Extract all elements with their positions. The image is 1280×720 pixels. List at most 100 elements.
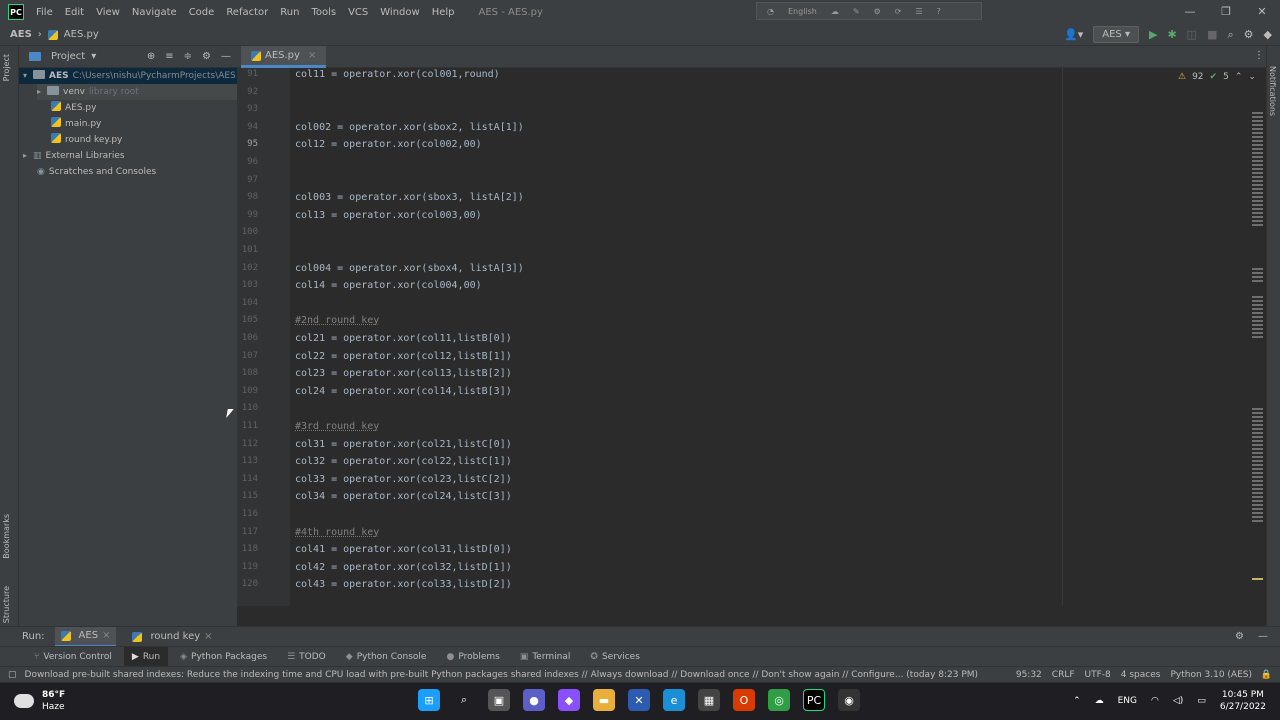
line-number[interactable]: 107 (228, 351, 258, 361)
tool-services[interactable]: ✪ Services (582, 647, 648, 667)
pycharm-logo-icon[interactable]: PC (8, 4, 24, 20)
clock[interactable]: 10:45 PM 6/27/2022 (1220, 689, 1266, 713)
tree-file-main[interactable]: main.py (51, 116, 101, 132)
file-explorer-icon[interactable]: ▬ (593, 689, 615, 711)
code-line[interactable]: col13 = operator.xor(col003,00) (295, 210, 482, 221)
line-number[interactable]: 94 (228, 122, 258, 132)
scroll-marker[interactable] (1252, 128, 1263, 130)
scroll-marker[interactable] (1252, 148, 1263, 150)
scroll-marker[interactable] (1252, 578, 1263, 580)
code-line[interactable]: col42 = operator.xor(col32,listD[1]) (295, 562, 512, 573)
code-line[interactable]: col41 = operator.xor(col31,listD[0]) (295, 544, 512, 555)
scroll-marker[interactable] (1252, 208, 1263, 210)
line-number[interactable]: 117 (228, 527, 258, 537)
scroll-marker[interactable] (1252, 496, 1263, 498)
close-tab-icon[interactable]: × (204, 631, 212, 642)
code-line[interactable]: col33 = operator.xor(col23,listC[2]) (295, 474, 512, 485)
run-configuration-dropdown[interactable]: AES ▾ (1093, 26, 1139, 43)
scroll-marker[interactable] (1252, 316, 1263, 318)
scroll-marker[interactable] (1252, 436, 1263, 438)
status-message[interactable]: Download pre-built shared indexes: Reduc… (25, 670, 979, 680)
scroll-marker[interactable] (1252, 116, 1263, 118)
scroll-marker[interactable] (1252, 276, 1263, 278)
scroll-marker[interactable] (1252, 196, 1263, 198)
code-line[interactable]: col23 = operator.xor(col13,listB[2]) (295, 368, 512, 379)
chevron-up-icon[interactable]: ⌃ (1073, 696, 1081, 706)
tree-item-venv[interactable]: ▸ venv library root (37, 84, 237, 100)
line-number[interactable]: 97 (228, 175, 258, 185)
scroll-marker[interactable] (1252, 184, 1263, 186)
code-comment[interactable]: #4th round key (295, 527, 379, 538)
scroll-marker[interactable] (1252, 440, 1263, 442)
scroll-marker[interactable] (1252, 164, 1263, 166)
code-line[interactable]: col24 = operator.xor(col14,listB[3]) (295, 386, 512, 397)
search-icon[interactable]: ⌕ (1227, 28, 1233, 42)
editor-tab-aes[interactable]: AES.py × (241, 46, 327, 68)
code-comment[interactable]: #2nd round key (295, 315, 379, 326)
scroll-marker[interactable] (1252, 280, 1263, 282)
tree-root-aes[interactable]: ▾ AES C:\Users\nishu\PycharmProjects\AES (19, 68, 237, 84)
tool-python-console[interactable]: ◆ Python Console (338, 647, 435, 667)
tree-file-round-key[interactable]: round key.py (51, 132, 122, 148)
code-line[interactable]: col31 = operator.xor(col21,listC[0]) (295, 439, 512, 450)
store-icon[interactable]: ▦ (698, 689, 720, 711)
scroll-marker[interactable] (1252, 136, 1263, 138)
scroll-marker[interactable] (1252, 504, 1263, 506)
search-icon[interactable]: ⌕ (453, 689, 475, 711)
file-encoding[interactable]: UTF-8 (1085, 670, 1111, 680)
paint-icon[interactable]: ◆ (558, 689, 580, 711)
gear-icon[interactable]: ⚙ (1244, 28, 1254, 41)
line-number[interactable]: 115 (228, 491, 258, 501)
debug-icon[interactable]: ✱ (1167, 28, 1176, 41)
scroll-marker[interactable] (1252, 200, 1263, 202)
scroll-marker[interactable] (1252, 308, 1263, 310)
line-number[interactable]: 111 (228, 421, 258, 431)
scroll-marker[interactable] (1252, 192, 1263, 194)
gear-icon[interactable]: ⚙ (1235, 631, 1244, 642)
code-editor[interactable]: col11 = operator.xor(col001,round) col002… (290, 68, 1250, 606)
gear-icon[interactable]: ⚙ (202, 51, 211, 62)
maximize-icon[interactable]: ❐ (1208, 0, 1244, 24)
menu-view[interactable]: View (90, 7, 126, 18)
overlay-icon[interactable]: ☁ (831, 7, 839, 16)
office-icon[interactable]: O (733, 689, 755, 711)
breadcrumb-file[interactable]: AES.py (64, 29, 99, 40)
scroll-marker[interactable] (1252, 520, 1263, 522)
chevron-right-icon[interactable]: ▸ (23, 148, 33, 164)
run-tab-aes[interactable]: AES × (54, 626, 117, 647)
scroll-marker[interactable] (1252, 112, 1263, 114)
menu-run[interactable]: Run (274, 7, 305, 18)
overlay-language[interactable]: English (788, 7, 817, 16)
scroll-marker[interactable] (1252, 180, 1263, 182)
overlay-icon[interactable]: ☰ (915, 7, 922, 16)
line-number[interactable]: 101 (228, 245, 258, 255)
scroll-marker[interactable] (1252, 408, 1263, 410)
tool-problems[interactable]: ● Problems (438, 647, 507, 667)
tool-todo[interactable]: ☰ TODO (279, 647, 334, 667)
code-line[interactable]: col12 = operator.xor(col002,00) (295, 139, 482, 150)
scroll-marker[interactable] (1252, 468, 1263, 470)
scroll-marker[interactable] (1252, 220, 1263, 222)
scroll-marker[interactable] (1252, 172, 1263, 174)
scroll-marker[interactable] (1252, 120, 1263, 122)
run-icon[interactable]: ▶ (1149, 28, 1157, 41)
tree-external-libraries[interactable]: ▸ ▥ External Libraries (23, 148, 125, 164)
line-number[interactable]: 112 (228, 439, 258, 449)
scroll-marker[interactable] (1252, 492, 1263, 494)
code-line[interactable]: col003 = operator.xor(sbox3, listA[2]) (295, 192, 524, 203)
line-number[interactable]: 108 (228, 368, 258, 378)
scroll-marker[interactable] (1252, 448, 1263, 450)
project-view-selector[interactable]: Project (51, 51, 85, 62)
more-icon[interactable]: ⋮ (1254, 50, 1264, 61)
scroll-marker[interactable] (1252, 428, 1263, 430)
scroll-marker[interactable] (1252, 512, 1263, 514)
scroll-marker[interactable] (1252, 332, 1263, 334)
tool-run[interactable]: ▶ Run (123, 646, 169, 667)
scroll-marker[interactable] (1252, 420, 1263, 422)
line-number[interactable]: 116 (228, 509, 258, 519)
chevron-right-icon[interactable]: ▸ (37, 84, 47, 100)
overlay-icon[interactable]: ⚙ (874, 7, 881, 16)
locate-icon[interactable]: ⊕ (147, 51, 155, 62)
scroll-marker[interactable] (1252, 516, 1263, 518)
code-line[interactable]: col002 = operator.xor(sbox2, listA[1]) (295, 122, 524, 133)
